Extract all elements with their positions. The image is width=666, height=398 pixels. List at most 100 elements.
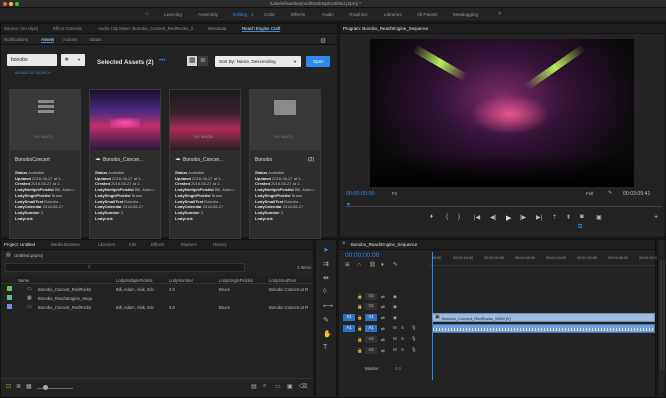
tab-info[interactable]: Info	[129, 242, 136, 247]
workspace-editing[interactable]: Editing	[233, 12, 247, 17]
tab-effects[interactable]: Effects	[151, 242, 164, 247]
find-icon[interactable]: ⌕	[263, 383, 266, 390]
step-forward-icon[interactable]: |▶	[520, 214, 526, 221]
track-label[interactable]: V2	[365, 303, 377, 310]
extract-icon[interactable]: ⇞	[566, 214, 571, 221]
linked-selection-icon[interactable]: ⛓	[369, 262, 376, 268]
new-bin-icon[interactable]: ▭	[275, 383, 281, 390]
favorites-dropdown[interactable]: ★ ▼	[61, 54, 85, 66]
track-label[interactable]: A3	[365, 347, 377, 354]
lift-icon[interactable]: ⇡	[552, 214, 557, 221]
tab-program[interactable]: Program: Bonobo_ReachEngine_Sequence	[343, 26, 428, 31]
add-marker-icon[interactable]: ♦	[430, 214, 433, 220]
sync-lock-icon[interactable]: ⇄	[381, 348, 385, 354]
selected-menu-icon[interactable]: •••	[159, 58, 165, 64]
program-timecode[interactable]: 00:00:00:00	[346, 191, 374, 197]
wrench-icon[interactable]: ✎	[608, 190, 612, 196]
tab-audio-clip-mixer[interactable]: Audio Clip Mixer: Bonobo_Concert_RedRock…	[98, 26, 193, 31]
column-single-picklist[interactable]: LodySinglePicklist	[219, 278, 253, 283]
eye-icon[interactable]: ◉	[393, 315, 397, 321]
icon-view-icon[interactable]: ▦	[26, 383, 32, 390]
microphone-icon[interactable]: 🎙	[411, 336, 417, 342]
lock-icon[interactable]: 🔒	[357, 326, 362, 332]
sync-lock-icon[interactable]: ⇄	[381, 326, 385, 332]
tab-history[interactable]: History	[213, 242, 227, 247]
source-patch-a1[interactable]: A1	[343, 325, 355, 332]
track-label[interactable]: A2	[365, 336, 377, 343]
lock-icon[interactable]: 🔒	[357, 304, 362, 310]
pen-tool-icon[interactable]: ✎	[323, 316, 329, 324]
open-button[interactable]: Open	[306, 56, 330, 67]
selection-tool-icon[interactable]: ➤	[323, 246, 329, 254]
slip-tool-icon[interactable]: ⟷	[323, 302, 333, 310]
workspace-metalogging[interactable]: Metalogging	[453, 12, 478, 17]
workspace-color[interactable]: Color	[264, 12, 275, 17]
tab-markers[interactable]: Markers	[181, 242, 197, 247]
export-frame-icon[interactable]: ◙	[580, 214, 584, 220]
mute-button[interactable]: M	[393, 325, 397, 330]
comparison-view-icon[interactable]: ▣	[596, 214, 602, 221]
solo-button[interactable]: S	[401, 325, 404, 330]
sync-lock-icon[interactable]: ⇄	[381, 304, 385, 310]
column-small-text[interactable]: LodySmallText	[269, 278, 296, 283]
tab-media-browser[interactable]: Media Browser	[51, 242, 80, 247]
tab-project[interactable]: Project: Untitled	[4, 242, 35, 247]
asset-card[interactable]: NO IMAGE BonoboConcert Status Available …	[9, 89, 81, 239]
go-to-in-icon[interactable]: |◀	[474, 214, 480, 221]
microphone-icon[interactable]: 🎙	[411, 347, 417, 353]
time-ruler[interactable]: 00:00 00:00:16:00 00:00:32:00 00:00:48:0…	[429, 252, 659, 266]
mute-button[interactable]: M	[393, 347, 397, 352]
workspace-assembly[interactable]: Assembly	[198, 12, 218, 17]
lock-icon[interactable]: 🔒	[357, 348, 362, 354]
zoom-slider-handle[interactable]	[43, 385, 48, 390]
mark-in-icon[interactable]: {	[446, 214, 448, 220]
step-back-icon[interactable]: ◀|	[490, 214, 496, 221]
mark-out-icon[interactable]: }	[458, 214, 460, 220]
resolution-dropdown[interactable]: Full	[586, 191, 593, 196]
eye-icon[interactable]: ◉	[393, 304, 397, 310]
timeline-timecode[interactable]: 00:00:00:00	[345, 252, 379, 259]
list-view-icon[interactable]: ≣	[16, 383, 21, 390]
tab-effect-controls[interactable]: Effect Controls	[53, 26, 82, 31]
search-input[interactable]: bonobo	[7, 54, 57, 66]
list-view-button[interactable]: ≣	[198, 56, 208, 66]
mute-button[interactable]: M	[393, 336, 397, 341]
close-tab-icon[interactable]: ×	[342, 241, 346, 247]
zoom-fit-dropdown[interactable]: Fit	[392, 191, 397, 196]
nest-icon[interactable]: ⊞	[345, 262, 350, 268]
tab-sequence[interactable]: Bonobo_ReachEngine_Sequence	[351, 242, 417, 247]
tab-reach-engine-craft[interactable]: Reach Engine Craft	[242, 26, 281, 32]
video-clip[interactable]: ▣ Bonobo_Concert_RedRocks_1080i [V]	[432, 313, 655, 322]
table-row[interactable]: ▭ Bonobo_Concert_RedRocks Bill, Adam, Al…	[1, 285, 313, 294]
zoom-window-icon[interactable]	[15, 2, 19, 6]
lock-icon[interactable]: ⊡	[6, 383, 11, 390]
vr-toggle-icon[interactable]: ⧉	[578, 224, 582, 231]
asset-card[interactable]: NO IMAGE Bonobo (2) Status Available Upd…	[249, 89, 321, 239]
sort-dropdown[interactable]: Sort By: Name, Descending ▼	[215, 56, 301, 67]
track-label[interactable]: A1	[365, 325, 377, 332]
lock-icon[interactable]: 🔒	[357, 294, 362, 300]
minimize-window-icon[interactable]	[9, 2, 13, 6]
asset-card[interactable]: NO IMAGE ☁ Bonobo_Concer... Status Avail…	[169, 89, 241, 239]
sync-lock-icon[interactable]: ⇄	[381, 294, 385, 300]
tab-metadata[interactable]: Metadata	[208, 26, 226, 31]
workspace-libraries[interactable]: Libraries	[384, 12, 402, 17]
microphone-icon[interactable]: 🎙	[411, 325, 417, 331]
play-icon[interactable]: ▶	[506, 214, 511, 222]
solo-button[interactable]: S	[401, 347, 404, 352]
table-row[interactable]: ▦ Bonobo_ReachEngine_Sequ	[1, 294, 313, 303]
audio-clip[interactable]	[432, 324, 655, 333]
home-icon[interactable]: ⌂	[145, 11, 149, 17]
source-patch-v1[interactable]: V1	[343, 314, 355, 321]
asset-card[interactable]: ☁ Bonobo_Concer... Status Available Upda…	[89, 89, 161, 239]
workspace-effects[interactable]: Effects	[291, 12, 305, 17]
workspace-graphics[interactable]: Graphics	[349, 12, 367, 17]
hand-tool-icon[interactable]: ✋	[323, 330, 332, 338]
snap-icon[interactable]: ∩	[357, 262, 361, 268]
master-volume[interactable]: 0.0	[395, 366, 401, 371]
solo-button[interactable]: S	[401, 336, 404, 341]
trash-icon[interactable]: ⌫	[299, 383, 307, 390]
track-label[interactable]: V1	[365, 314, 377, 321]
settings-wrench-icon[interactable]: ✎	[393, 262, 398, 268]
close-window-icon[interactable]	[3, 2, 7, 6]
